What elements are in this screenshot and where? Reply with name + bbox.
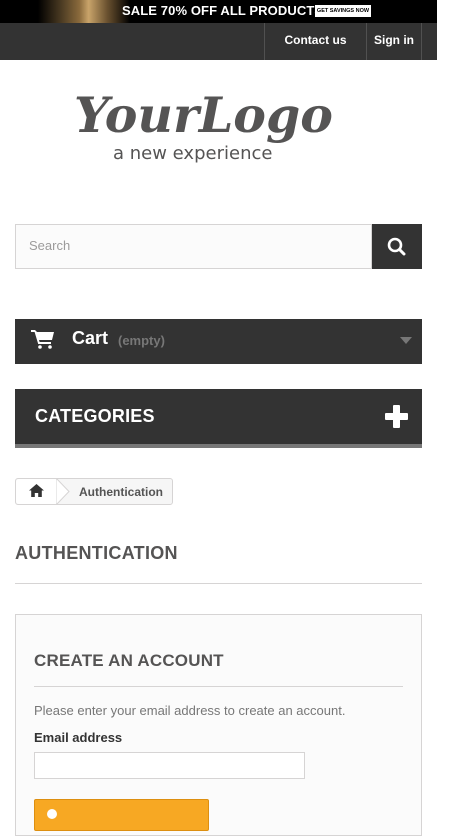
breadcrumb-separator	[56, 478, 70, 505]
chevron-down-icon	[400, 337, 412, 344]
search-input[interactable]	[16, 225, 359, 266]
cart-status: (empty)	[118, 333, 165, 348]
store-logo[interactable]: YourLogo a new experience	[70, 82, 352, 166]
breadcrumb-current: Authentication	[79, 485, 163, 499]
search-bar	[15, 224, 422, 269]
search-button[interactable]	[372, 224, 422, 269]
logo-tagline: a new experience	[113, 143, 272, 164]
logo-main-text: YourLogo	[74, 86, 333, 144]
create-account-title: CREATE AN ACCOUNT	[34, 651, 224, 670]
create-account-button[interactable]	[34, 799, 209, 831]
create-account-hint: Please enter your email address to creat…	[34, 703, 346, 718]
categories-label: CATEGORIES	[35, 406, 155, 426]
search-field	[15, 224, 372, 269]
heading-divider	[15, 583, 422, 584]
email-field[interactable]	[34, 752, 305, 779]
cart-label: Cart	[72, 328, 109, 348]
section-divider	[34, 686, 403, 687]
search-icon	[387, 237, 406, 256]
plus-icon[interactable]	[385, 405, 408, 428]
home-icon	[29, 484, 44, 497]
contact-us-link[interactable]: Contact us	[265, 23, 366, 60]
cart-icon	[31, 330, 54, 349]
cart-block[interactable]: Cart (empty)	[15, 319, 422, 364]
page-title: AUTHENTICATION	[15, 543, 178, 563]
banner-sale-text: SALE 70% OFF ALL PRODUCTS	[122, 3, 324, 18]
user-icon	[47, 809, 57, 819]
breadcrumb: Authentication	[15, 478, 173, 505]
email-label: Email address	[34, 730, 123, 745]
breadcrumb-home[interactable]	[16, 479, 56, 504]
promo-banner[interactable]: SALE 70% OFF ALL PRODUCTS GET SAVINGS NO…	[0, 0, 437, 23]
get-savings-button[interactable]: GET SAVINGS NOW	[315, 5, 371, 17]
banner-model-image	[38, 0, 130, 23]
top-nav: Contact us Sign in	[0, 23, 437, 60]
sign-in-link[interactable]: Sign in	[367, 23, 421, 60]
create-account-form: CREATE AN ACCOUNT Please enter your emai…	[15, 614, 422, 836]
nav-divider	[421, 23, 422, 60]
categories-menu[interactable]: CATEGORIES	[15, 389, 422, 448]
